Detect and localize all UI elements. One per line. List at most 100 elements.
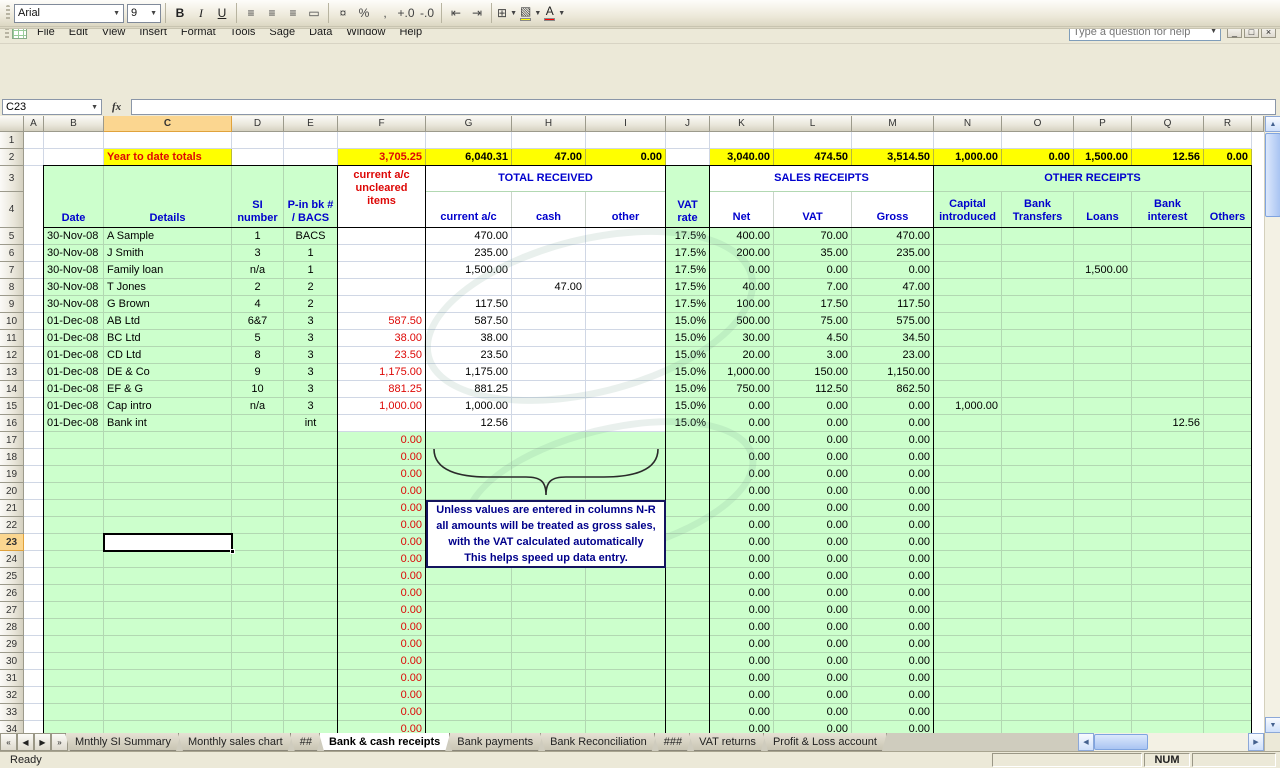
decrease-indent-icon[interactable]: ⇤	[446, 3, 466, 23]
cell-Q24[interactable]	[1132, 551, 1204, 568]
cell-E12[interactable]: 3	[284, 347, 338, 364]
cell-P5[interactable]	[1074, 228, 1132, 245]
cell-R2[interactable]: 0.00	[1204, 149, 1252, 166]
column-header-R[interactable]: R	[1204, 116, 1252, 132]
row-header-33[interactable]: 33	[0, 704, 24, 721]
row-header-8[interactable]: 8	[0, 279, 24, 296]
cell-K29[interactable]: 0.00	[710, 636, 774, 653]
cell-G28[interactable]	[426, 619, 512, 636]
cell-M30[interactable]: 0.00	[852, 653, 934, 670]
cell-O31[interactable]	[1002, 670, 1074, 687]
cell-N13[interactable]	[934, 364, 1002, 381]
cell-N23[interactable]	[934, 534, 1002, 551]
cell-C28[interactable]	[104, 619, 232, 636]
cell-B1[interactable]	[44, 132, 104, 149]
cell-M5[interactable]: 470.00	[852, 228, 934, 245]
cell-N16[interactable]	[934, 415, 1002, 432]
cell-M31[interactable]: 0.00	[852, 670, 934, 687]
row-header-20[interactable]: 20	[0, 483, 24, 500]
cell-G32[interactable]	[426, 687, 512, 704]
name-box[interactable]: C23 ▼	[2, 99, 102, 115]
cell-P24[interactable]	[1074, 551, 1132, 568]
cell-G31[interactable]	[426, 670, 512, 687]
cell-R11[interactable]	[1204, 330, 1252, 347]
cell-B32[interactable]	[44, 687, 104, 704]
cell-K16[interactable]: 0.00	[710, 415, 774, 432]
cell-H31[interactable]	[512, 670, 586, 687]
cell-F23[interactable]: 0.00	[338, 534, 426, 551]
cell-K30[interactable]: 0.00	[710, 653, 774, 670]
cell-D21[interactable]	[232, 500, 284, 517]
row-header-5[interactable]: 5	[0, 228, 24, 245]
cell-N1[interactable]	[934, 132, 1002, 149]
cell-K6[interactable]: 200.00	[710, 245, 774, 262]
fill-handle[interactable]	[230, 549, 235, 554]
cell-H11[interactable]	[512, 330, 586, 347]
cell-J22[interactable]	[666, 517, 710, 534]
sheet-tab-bank-payments[interactable]: Bank payments	[447, 733, 543, 751]
cell-N27[interactable]	[934, 602, 1002, 619]
cell-Q23[interactable]	[1132, 534, 1204, 551]
cell-B30[interactable]	[44, 653, 104, 670]
cell-R18[interactable]	[1204, 449, 1252, 466]
cell-O8[interactable]	[1002, 279, 1074, 296]
cell-E21[interactable]	[284, 500, 338, 517]
cell-J2[interactable]	[666, 149, 710, 166]
cell-L25[interactable]: 0.00	[774, 568, 852, 585]
cell-B31[interactable]	[44, 670, 104, 687]
cell-J13[interactable]: 15.0%	[666, 364, 710, 381]
cell-B20[interactable]	[44, 483, 104, 500]
cell-E16[interactable]: int	[284, 415, 338, 432]
cell-A2[interactable]	[24, 149, 44, 166]
cell-E33[interactable]	[284, 704, 338, 721]
cell-B2[interactable]	[44, 149, 104, 166]
cell-J25[interactable]	[666, 568, 710, 585]
cell-D14[interactable]: 10	[232, 381, 284, 398]
cell-O10[interactable]	[1002, 313, 1074, 330]
cell-M14[interactable]: 862.50	[852, 381, 934, 398]
bold-icon[interactable]: B	[170, 3, 190, 23]
cell-J19[interactable]	[666, 466, 710, 483]
row-header-25[interactable]: 25	[0, 568, 24, 585]
cell-C25[interactable]	[104, 568, 232, 585]
cell-N2[interactable]: 1,000.00	[934, 149, 1002, 166]
cell-E30[interactable]	[284, 653, 338, 670]
cell-H5[interactable]	[512, 228, 586, 245]
cell-R33[interactable]	[1204, 704, 1252, 721]
cell-L10[interactable]: 75.00	[774, 313, 852, 330]
cell-P22[interactable]	[1074, 517, 1132, 534]
cell-H12[interactable]	[512, 347, 586, 364]
cell-G16[interactable]: 12.56	[426, 415, 512, 432]
cell-F28[interactable]: 0.00	[338, 619, 426, 636]
cell-B27[interactable]	[44, 602, 104, 619]
cell-B21[interactable]	[44, 500, 104, 517]
cell-H2[interactable]: 47.00	[512, 149, 586, 166]
cell-Q21[interactable]	[1132, 500, 1204, 517]
cell-D16[interactable]	[232, 415, 284, 432]
cell-A21[interactable]	[24, 500, 44, 517]
cell-E11[interactable]: 3	[284, 330, 338, 347]
cell-A32[interactable]	[24, 687, 44, 704]
row-header-24[interactable]: 24	[0, 551, 24, 568]
cell-D26[interactable]	[232, 585, 284, 602]
cell-F13[interactable]: 1,175.00	[338, 364, 426, 381]
cell-O24[interactable]	[1002, 551, 1074, 568]
cell-R15[interactable]	[1204, 398, 1252, 415]
cell-P10[interactable]	[1074, 313, 1132, 330]
cell-I12[interactable]	[586, 347, 666, 364]
cell-P18[interactable]	[1074, 449, 1132, 466]
cell-G7[interactable]: 1,500.00	[426, 262, 512, 279]
cell-H25[interactable]	[512, 568, 586, 585]
cell-F7[interactable]	[338, 262, 426, 279]
cell-N25[interactable]	[934, 568, 1002, 585]
column-header-partial[interactable]	[1252, 116, 1264, 132]
cell-B12[interactable]: 01-Dec-08	[44, 347, 104, 364]
cell-K18[interactable]: 0.00	[710, 449, 774, 466]
cell-I11[interactable]	[586, 330, 666, 347]
insert-function-button[interactable]: fx	[106, 101, 127, 113]
cell-E19[interactable]	[284, 466, 338, 483]
cell-C26[interactable]	[104, 585, 232, 602]
cell-P6[interactable]	[1074, 245, 1132, 262]
cell-A20[interactable]	[24, 483, 44, 500]
cell-O18[interactable]	[1002, 449, 1074, 466]
